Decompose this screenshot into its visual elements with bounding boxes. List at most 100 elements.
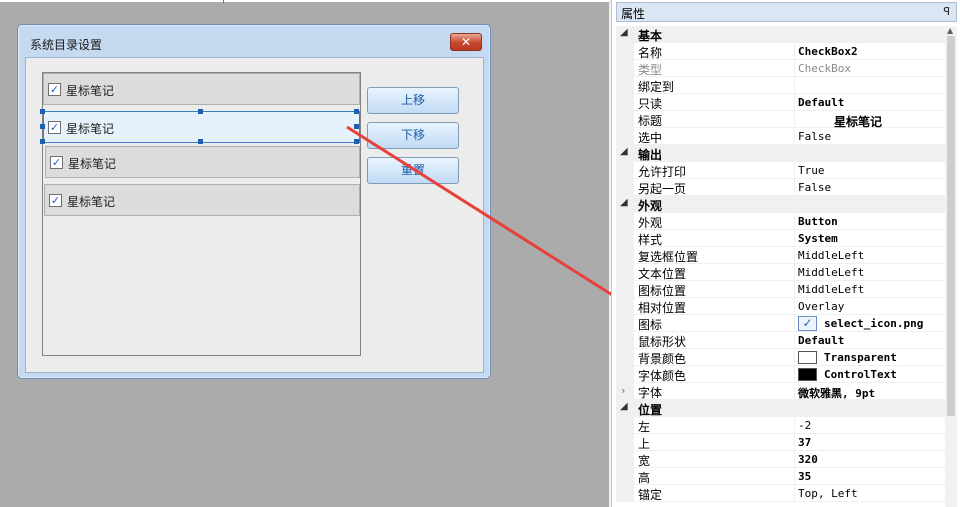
property-value[interactable]: CheckBox2 [798, 45, 858, 58]
property-value[interactable]: CheckBox [798, 62, 851, 75]
property-value[interactable]: Button [798, 215, 838, 228]
selection-handle[interactable] [354, 109, 359, 114]
property-value[interactable]: True [798, 164, 825, 177]
property-name: 绑定到 [638, 80, 675, 94]
column-separator [794, 349, 795, 366]
property-row[interactable]: 左 -2 [616, 417, 946, 434]
property-value[interactable]: Transparent [824, 351, 897, 364]
property-value[interactable]: 37 [798, 436, 811, 449]
scroll-thumb[interactable] [947, 36, 955, 416]
column-separator [794, 230, 795, 247]
property-row[interactable]: 鼠标形状 Default [616, 332, 946, 349]
row-margin [616, 366, 634, 383]
property-value[interactable]: False [798, 130, 831, 143]
property-row[interactable]: 字体颜色 ControlText [616, 366, 946, 383]
property-category[interactable]: ◢ 输出 [616, 145, 946, 162]
property-value[interactable]: False [798, 181, 831, 194]
checkbox-checked-icon[interactable]: ✓ [50, 156, 63, 169]
row-margin [616, 468, 634, 485]
property-row[interactable]: 背景颜色 Transparent [616, 349, 946, 366]
property-value[interactable]: 微软雅黑, 9pt [798, 385, 875, 401]
list-item-label: 星标笔记 [66, 122, 115, 136]
property-row[interactable]: 名称 CheckBox2 [616, 43, 946, 60]
property-name: 锚定 [638, 488, 663, 502]
property-row[interactable]: 绑定到 [616, 77, 946, 94]
selection-handle[interactable] [40, 139, 45, 144]
move-down-button[interactable]: 下移 [367, 122, 459, 149]
property-value[interactable]: System [798, 232, 838, 245]
expand-icon[interactable]: › [621, 384, 625, 397]
pin-icon[interactable]: ꟼ [943, 5, 950, 18]
list-item[interactable]: ✓ 星标笔记 [44, 184, 360, 216]
property-row[interactable]: › 字体 微软雅黑, 9pt [616, 383, 946, 400]
property-value[interactable]: Default [798, 334, 844, 347]
row-margin [616, 60, 634, 77]
collapse-icon[interactable]: ◢ [620, 27, 628, 38]
selection-handle[interactable] [354, 124, 359, 129]
property-row[interactable]: 文本位置 MiddleLeft [616, 264, 946, 281]
selection-handle[interactable] [198, 109, 203, 114]
property-row[interactable]: 类型 CheckBox [616, 60, 946, 77]
property-value[interactable]: ControlText [824, 368, 897, 381]
property-row[interactable]: 上 37 [616, 434, 946, 451]
property-grid[interactable]: ◢ 基本 名称 CheckBox2 类型 CheckBox 绑定到 只读 Default 标题 星标… [616, 26, 946, 502]
property-row[interactable]: 复选框位置 MiddleLeft [616, 247, 946, 264]
property-value[interactable]: MiddleLeft [798, 283, 864, 296]
collapse-icon[interactable]: ◢ [620, 146, 628, 157]
selection-handle[interactable] [40, 109, 45, 114]
column-separator [794, 213, 795, 230]
properties-scrollbar[interactable]: ▲ [945, 26, 957, 507]
property-row[interactable]: 图标 ✓ select_icon.png [616, 315, 946, 332]
column-separator [794, 332, 795, 349]
property-value[interactable]: 35 [798, 470, 811, 483]
property-value[interactable]: Overlay [798, 300, 844, 313]
column-separator [794, 128, 795, 145]
property-row[interactable]: 选中 False [616, 128, 946, 145]
collapse-icon[interactable]: ◢ [620, 401, 628, 412]
checkbox-checked-icon[interactable]: ✓ [48, 121, 61, 134]
property-row[interactable]: 另起一页 False [616, 179, 946, 196]
collapse-icon[interactable]: ◢ [620, 197, 628, 208]
property-category[interactable]: ◢ 外观 [616, 196, 946, 213]
selection-handle[interactable] [198, 139, 203, 144]
list-item[interactable]: ✓ 星标笔记 [45, 146, 360, 178]
property-category[interactable]: ◢ 基本 [616, 26, 946, 43]
move-up-button[interactable]: 上移 [367, 87, 459, 114]
list-item[interactable]: ✓ 星标笔记 [43, 73, 360, 105]
property-value[interactable]: 320 [798, 453, 818, 466]
property-value[interactable]: Default [798, 96, 844, 109]
property-row[interactable]: 图标位置 MiddleLeft [616, 281, 946, 298]
close-button[interactable]: ✕ [450, 33, 482, 51]
property-row[interactable]: 高 35 [616, 468, 946, 485]
property-name: 宽 [638, 454, 651, 468]
column-separator [794, 247, 795, 264]
property-row[interactable]: 允许打印 True [616, 162, 946, 179]
checkbox-checked-icon[interactable]: ✓ [49, 194, 62, 207]
property-row[interactable]: 宽 320 [616, 451, 946, 468]
designer-canvas: 系统目录设置 ✕ ✓ 星标笔记 ✓ 星标笔记 ✓ 星标笔记 ✓ 星标笔记 上移 … [0, 0, 611, 507]
property-value[interactable]: MiddleLeft [798, 249, 864, 262]
catalog-list[interactable]: ✓ 星标笔记 ✓ 星标笔记 ✓ 星标笔记 ✓ 星标笔记 [42, 72, 361, 356]
row-margin [616, 43, 634, 60]
property-value[interactable]: MiddleLeft [798, 266, 864, 279]
scroll-up-icon[interactable]: ▲ [947, 26, 953, 35]
property-value[interactable]: Top, Left [798, 487, 858, 500]
property-category[interactable]: ◢ 位置 [616, 400, 946, 417]
property-value[interactable]: select_icon.png [824, 317, 923, 330]
selection-handle[interactable] [354, 139, 359, 144]
properties-header: 属性 ꟼ [616, 2, 957, 22]
property-value[interactable]: -2 [798, 419, 811, 432]
property-row[interactable]: 样式 System [616, 230, 946, 247]
reset-button[interactable]: 重置 [367, 157, 459, 184]
property-row[interactable]: 只读 Default [616, 94, 946, 111]
checkbox-checked-icon[interactable]: ✓ [48, 83, 61, 96]
property-row[interactable]: 标题 星标笔记 [616, 111, 946, 129]
selection-handle[interactable] [40, 124, 45, 129]
property-name: 类型 [638, 63, 663, 77]
property-name: 标题 [638, 114, 663, 128]
property-row[interactable]: 锚定 Top, Left [616, 485, 946, 502]
property-row[interactable]: 外观 Button [616, 213, 946, 230]
property-row[interactable]: 相对位置 Overlay [616, 298, 946, 315]
property-name: 背景颜色 [638, 352, 687, 366]
property-name: 样式 [638, 233, 663, 247]
